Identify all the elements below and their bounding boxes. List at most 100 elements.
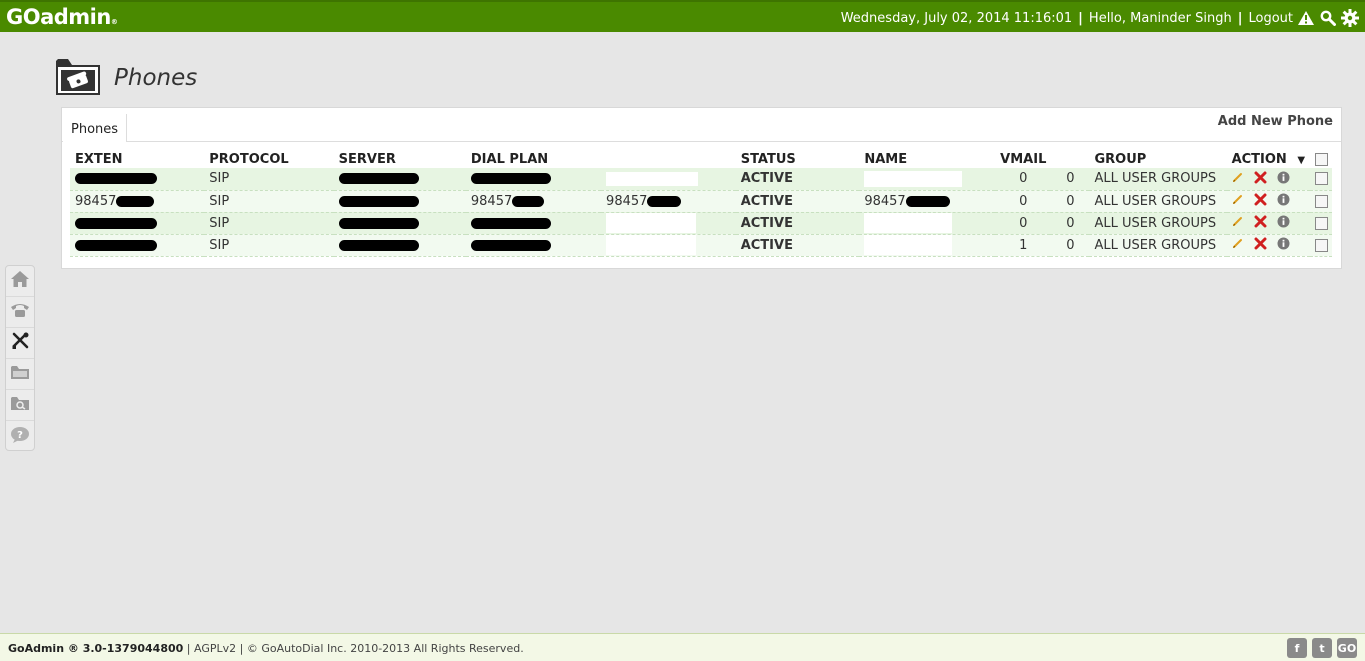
add-new-phone-link[interactable]: Add New Phone: [1218, 114, 1333, 129]
nav-folders[interactable]: [6, 359, 34, 390]
row-checkbox[interactable]: [1314, 238, 1328, 252]
edit-pencil-icon[interactable]: [1232, 215, 1244, 227]
goautodial-icon[interactable]: GO: [1337, 638, 1357, 658]
page-heading: Phones: [54, 56, 197, 100]
goadmin-logo[interactable]: GOadmin®: [6, 5, 118, 29]
select-all-checkbox[interactable]: [1314, 153, 1328, 166]
cell-select: [1309, 234, 1332, 257]
separator: |: [1237, 10, 1243, 26]
cell-vmail-2: 0: [1050, 190, 1090, 213]
top-right-area: Wednesday, July 02, 2014 11:16:01 | Hell…: [841, 9, 1359, 27]
nav-settings[interactable]: [6, 328, 34, 359]
info-icon[interactable]: [1277, 171, 1290, 184]
col-vmail[interactable]: VMAIL: [995, 150, 1050, 168]
cell-vmail: 0: [995, 190, 1051, 213]
col-group[interactable]: GROUP: [1089, 150, 1226, 168]
nav-home[interactable]: [6, 266, 34, 297]
twitter-icon[interactable]: t: [1312, 638, 1332, 658]
row-checkbox[interactable]: [1314, 216, 1328, 230]
redaction: [75, 173, 157, 185]
redaction: [647, 195, 682, 207]
cell-actions: [1226, 168, 1310, 191]
col-vmail-2: [1050, 150, 1089, 168]
delete-x-icon[interactable]: [1254, 193, 1267, 206]
delete-x-icon[interactable]: [1254, 215, 1267, 228]
logout-link[interactable]: Logout: [1248, 11, 1293, 26]
redaction: [75, 217, 157, 229]
home-icon: [10, 270, 30, 292]
whiteout: [606, 213, 697, 233]
redaction: [338, 217, 419, 229]
cell-extra: [601, 212, 736, 235]
cell-extra: [601, 234, 736, 257]
col-blank: [601, 150, 736, 168]
cell-extra: [601, 168, 736, 191]
col-status[interactable]: STATUS: [736, 150, 860, 168]
cell-status: ACTIVE: [735, 190, 860, 213]
footer-copyright: © GoAutoDial Inc. 2010-2013 All Rights R…: [246, 642, 524, 655]
table-row[interactable]: 98457 SIP 98457 98457 ACTIVE 98457 0 0 A…: [70, 190, 1332, 213]
info-icon[interactable]: [1277, 215, 1290, 228]
footer: GoAdmin ® 3.0-1379044800 | AGPLv2 | © Go…: [0, 633, 1365, 661]
row-checkbox[interactable]: [1314, 172, 1328, 186]
cell-vmail-2: 0: [1050, 234, 1090, 257]
redaction: [905, 195, 950, 207]
cell-vmail-2: 0: [1050, 212, 1090, 235]
col-exten[interactable]: EXTEN: [70, 150, 204, 168]
edit-pencil-icon[interactable]: [1232, 171, 1244, 183]
separator: |: [1078, 10, 1083, 26]
redaction: [338, 239, 419, 251]
cell-extra: 98457: [601, 190, 736, 213]
table-row[interactable]: SIP ACTIVE 1 0 ALL USER GROUPS: [70, 234, 1332, 257]
edit-pencil-icon[interactable]: [1232, 237, 1244, 249]
col-server[interactable]: SERVER: [334, 150, 466, 168]
edit-pencil-icon[interactable]: [1232, 193, 1244, 205]
col-dial-plan[interactable]: DIAL PLAN: [466, 150, 601, 168]
whiteout: [864, 213, 953, 233]
telephone-icon: [10, 302, 30, 322]
col-action[interactable]: ACTION ▼: [1227, 150, 1310, 168]
table-row[interactable]: SIP ACTIVE 0 0 ALL USER GROUPS: [70, 212, 1332, 235]
facebook-icon[interactable]: f: [1287, 638, 1307, 658]
nav-telephony[interactable]: [6, 297, 34, 328]
redaction: [116, 195, 155, 207]
phones-folder-icon: [54, 55, 102, 101]
redaction: [470, 173, 551, 185]
cell-group: ALL USER GROUPS: [1089, 190, 1227, 213]
phones-panel: Phones Add New Phone EXTEN PROTOCOL SERV…: [61, 107, 1342, 269]
delete-x-icon[interactable]: [1254, 237, 1267, 250]
social-links: f t GO: [1287, 638, 1357, 658]
page-title: Phones: [114, 65, 198, 91]
cell-name: [859, 168, 996, 191]
info-icon[interactable]: [1277, 237, 1290, 250]
cell-group: ALL USER GROUPS: [1089, 168, 1227, 191]
row-checkbox[interactable]: [1314, 194, 1328, 208]
tab-phones[interactable]: Phones: [63, 114, 128, 142]
cell-exten: [70, 234, 205, 257]
col-protocol[interactable]: PROTOCOL: [204, 150, 333, 168]
folder-search-icon: [10, 395, 30, 415]
gear-icon[interactable]: [1341, 9, 1359, 27]
greeting: Hello, Maninder Singh: [1088, 10, 1232, 26]
footer-license[interactable]: AGPLv2: [194, 642, 236, 655]
col-select-all: [1310, 150, 1332, 168]
table-header-row: EXTEN PROTOCOL SERVER DIAL PLAN STATUS N…: [70, 150, 1332, 168]
table-row[interactable]: SIP ACTIVE 0 0 ALL USER GROUPS: [70, 168, 1332, 191]
help-icon: ?: [10, 426, 30, 448]
cell-name: 98457: [859, 190, 996, 213]
col-name[interactable]: NAME: [859, 150, 995, 168]
nav-search-folder[interactable]: [6, 390, 34, 421]
cell-vmail: 0: [995, 168, 1051, 191]
folder-icon: [10, 364, 30, 384]
cell-actions: [1226, 212, 1310, 235]
delete-x-icon[interactable]: [1254, 171, 1267, 184]
footer-text: GoAdmin ® 3.0-1379044800 | AGPLv2 | © Go…: [8, 642, 524, 655]
dropdown-arrow-icon[interactable]: ▼: [1297, 155, 1305, 166]
whiteout: [864, 235, 953, 255]
info-icon[interactable]: [1277, 193, 1290, 206]
footer-product: GoAdmin ® 3.0-1379044800: [8, 642, 184, 655]
cell-dial-plan: [465, 212, 602, 235]
search-icon[interactable]: [1319, 9, 1337, 27]
warning-icon[interactable]: [1297, 9, 1315, 27]
nav-help[interactable]: ?: [6, 421, 34, 452]
